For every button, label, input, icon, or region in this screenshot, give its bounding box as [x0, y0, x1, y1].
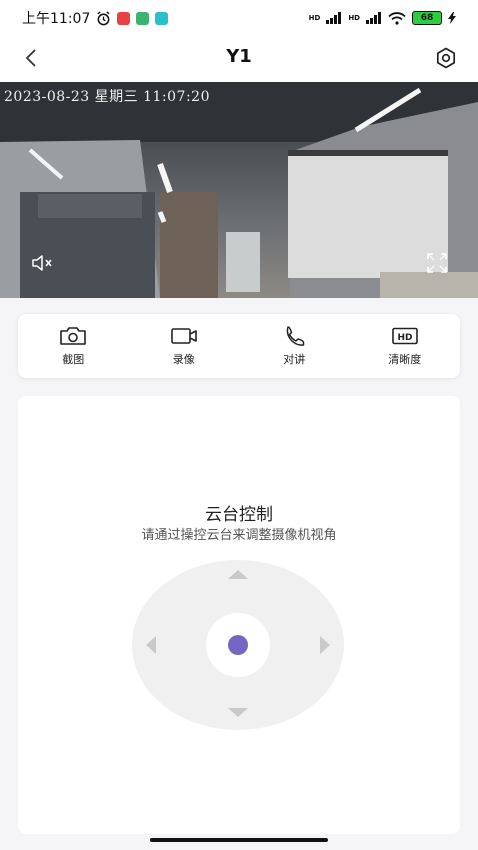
home-indicator[interactable] [150, 838, 328, 842]
resolution-button[interactable]: HD 清晰度 [365, 325, 445, 367]
cell-signal-icon-2 [366, 12, 381, 24]
screenshot-button[interactable]: 截图 [33, 325, 113, 367]
ptz-title: 云台控制 [205, 505, 273, 525]
ptz-dpad [132, 560, 344, 730]
speaker-muted-icon [32, 255, 52, 271]
status-time: 上午11:07 [22, 11, 91, 27]
gear-icon [436, 47, 456, 69]
intercom-button[interactable]: 对讲 [254, 325, 334, 367]
video-camera-icon [170, 328, 197, 344]
ptz-center-button[interactable] [206, 613, 270, 677]
ptz-center-dot [228, 635, 248, 655]
app-notification-icon-teal [155, 11, 169, 25]
pan-right-arrow-icon[interactable] [320, 636, 330, 654]
settings-button[interactable] [434, 46, 458, 70]
resolution-label: 清晰度 [388, 353, 422, 366]
screenshot-label: 截图 [62, 353, 85, 366]
phone-icon [286, 326, 305, 346]
action-toolbar: 截图 录像 对讲 HD 清晰度 [18, 314, 460, 378]
battery-indicator: 68 [412, 11, 442, 25]
record-label: 录像 [172, 353, 195, 366]
page-title: Y1 [226, 46, 252, 67]
hd-icon: HD [391, 327, 418, 345]
nav-bar: Y1 [0, 36, 478, 82]
cell-signal-icon [326, 12, 342, 24]
ptz-control-panel: 云台控制 请通过操控云台来调整摄像机视角 [18, 396, 460, 834]
alarm-icon [97, 10, 110, 25]
fullscreen-icon [427, 253, 447, 273]
record-button[interactable]: 录像 [144, 325, 224, 367]
pan-left-arrow-icon[interactable] [146, 636, 156, 654]
charging-icon [448, 12, 456, 24]
app-notification-icon-red [117, 11, 131, 25]
status-left: 上午11:07 [22, 8, 169, 28]
pan-up-arrow-icon[interactable] [228, 570, 248, 579]
wifi-icon [388, 11, 406, 25]
live-video-view[interactable]: 2023-08-23 星期三 11:07:20 [0, 82, 478, 298]
camera-icon [60, 327, 87, 345]
signal-label-2: HD [348, 14, 360, 22]
ptz-subtitle: 请通过操控云台来调整摄像机视角 [141, 528, 337, 543]
camera-feed-image [0, 82, 478, 298]
signal-label-1: HD [308, 14, 321, 22]
fullscreen-button[interactable] [426, 252, 448, 274]
status-right: HD HD 68 [309, 11, 456, 25]
app-notification-icon-green [136, 11, 150, 25]
pan-down-arrow-icon[interactable] [228, 708, 248, 717]
svg-text:HD: HD [397, 333, 412, 343]
intercom-label: 对讲 [283, 353, 306, 366]
mute-button[interactable] [30, 252, 56, 274]
status-bar: 上午11:07 HD HD 68 [0, 0, 478, 36]
video-timestamp: 2023-08-23 星期三 11:07:20 [4, 89, 210, 105]
